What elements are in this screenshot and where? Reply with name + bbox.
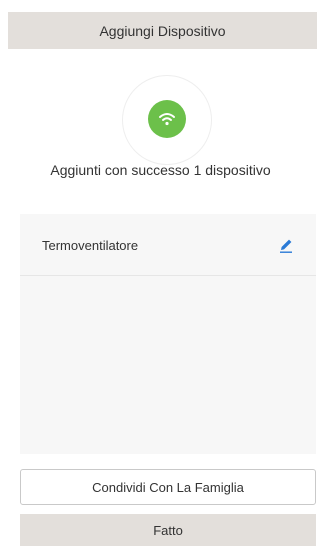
wifi-icon [148, 100, 186, 138]
wifi-glyph [159, 113, 175, 126]
page-title: Aggiungi Dispositivo [99, 22, 226, 39]
pencil-icon[interactable] [277, 236, 295, 254]
done-button[interactable]: Fatto [20, 514, 316, 546]
device-row: Termoventilatore [20, 214, 316, 276]
share-with-family-button[interactable]: Condividi Con La Famiglia [20, 469, 316, 505]
device-name: Termoventilatore [42, 238, 139, 253]
success-message: Aggiunti con successo 1 dispositivo [50, 162, 271, 178]
device-list: Termoventilatore [20, 214, 316, 454]
title-bar: Aggiungi Dispositivo [8, 12, 317, 49]
